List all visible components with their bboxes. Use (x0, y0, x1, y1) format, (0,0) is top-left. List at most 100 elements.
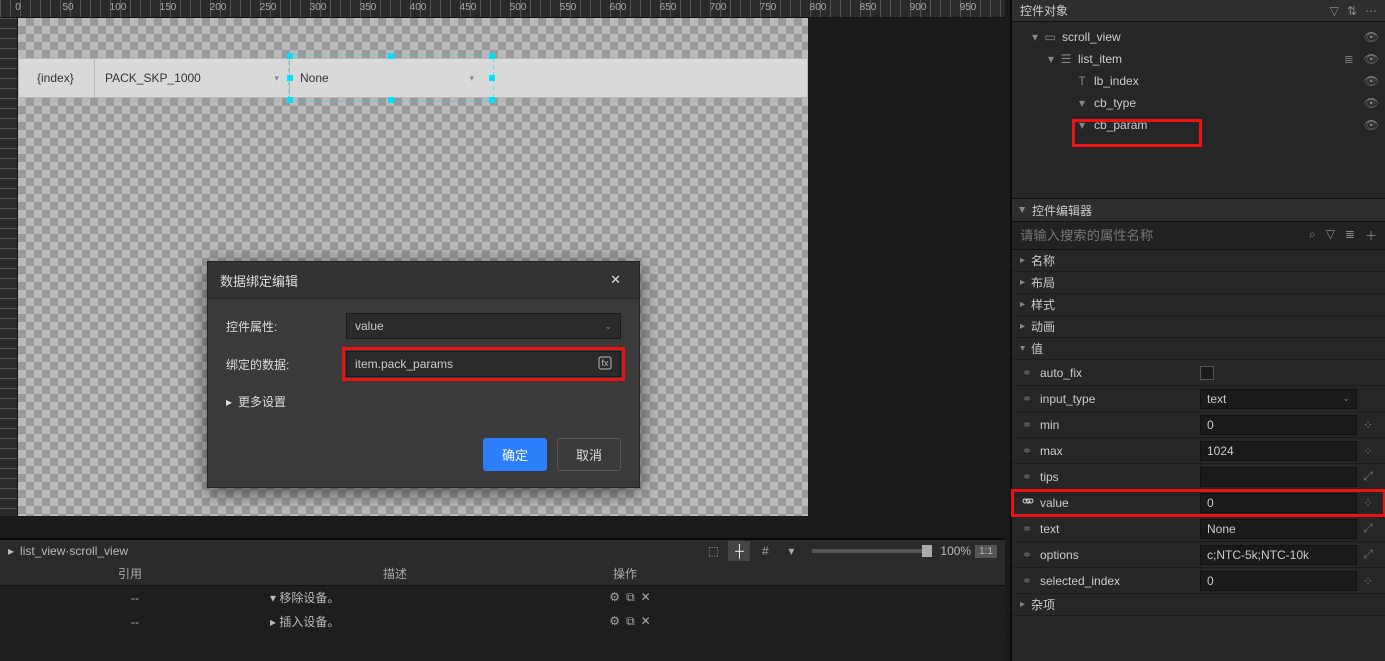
filter-icon[interactable]: ▽ (1330, 4, 1339, 18)
dialog-title: 数据绑定编辑 (220, 271, 298, 290)
options-input[interactable]: c;NTC-5k;NTC-10k (1200, 545, 1357, 565)
prop-value: value 0 ⁘ (1012, 490, 1385, 516)
selected-index-input[interactable]: 0 (1200, 571, 1357, 591)
delete-icon[interactable]: ✕ (641, 590, 651, 605)
add-icon[interactable]: ＋ (1365, 227, 1377, 244)
zoom-value[interactable]: 100% (940, 544, 971, 558)
sort-icon[interactable]: ⇅ (1347, 4, 1357, 18)
list-icon[interactable]: ≣ (1344, 52, 1354, 66)
zoom-ratio[interactable]: 1:1 (975, 545, 997, 558)
section-anim[interactable]: ▸动画 (1012, 316, 1385, 338)
tips-input[interactable] (1200, 467, 1357, 487)
copy-icon[interactable]: ⧉ (626, 590, 635, 605)
prop-label: 控件属性: (226, 318, 346, 335)
bind-icon[interactable]: ⁘ (1357, 444, 1379, 458)
chevron-down-icon[interactable]: ▾ (780, 541, 802, 561)
link-icon[interactable] (1022, 495, 1040, 510)
ok-button[interactable]: 确定 (483, 438, 547, 471)
tree-node-list-item[interactable]: ▾ ☰ list_item ≣👁 (1012, 48, 1385, 70)
collapse-icon[interactable]: ▾ (1044, 52, 1058, 66)
tree-node-scroll-view[interactable]: ▾ ▭ scroll_view 👁 (1012, 26, 1385, 48)
link-icon[interactable]: ⚭ (1022, 470, 1040, 484)
tree-node-lb-index[interactable]: T lb_index 👁 (1012, 70, 1385, 92)
bind-icon[interactable]: ⁘ (1357, 418, 1379, 432)
min-input[interactable]: 0 (1200, 415, 1357, 435)
eye-icon[interactable]: 👁 (1364, 52, 1379, 66)
max-input[interactable]: 1024 (1200, 441, 1357, 461)
chevron-right-icon: ▸ (8, 544, 14, 558)
gear-icon[interactable]: ⚙ (609, 590, 620, 605)
select-tool-icon[interactable]: ⬚ (702, 541, 724, 561)
list-icon[interactable]: ≣ (1345, 227, 1355, 244)
input-type-select[interactable]: text⌄ (1200, 389, 1357, 409)
chevron-down-icon: ▾ (274, 73, 279, 84)
section-style[interactable]: ▸样式 (1012, 294, 1385, 316)
section-layout[interactable]: ▸布局 (1012, 272, 1385, 294)
bind-icon[interactable]: ⁘ (1357, 574, 1379, 588)
objects-panel-title: 控件对象 (1020, 2, 1068, 19)
expand-icon[interactable]: ▾ (270, 591, 276, 605)
search-icon[interactable]: ⌕ (1309, 227, 1316, 244)
link-icon[interactable]: ⚭ (1022, 392, 1040, 406)
property-search-input[interactable] (1020, 228, 1309, 243)
bound-data-input[interactable]: item.pack_params fx (346, 351, 621, 377)
auto-fix-checkbox[interactable] (1200, 366, 1214, 380)
expand-icon[interactable]: ▸ (270, 615, 276, 629)
eye-icon[interactable]: 👁 (1364, 74, 1379, 88)
value-input[interactable]: 0 (1200, 493, 1357, 513)
cb-param-cell[interactable]: None ▾ (289, 59, 484, 97)
prop-auto-fix: ⚭ auto_fix (1012, 360, 1385, 386)
bind-icon[interactable]: ⁘ (1357, 496, 1379, 510)
prop-text: ⚭ text None ⤢ (1012, 516, 1385, 542)
ruler-horizontal: 0 50 100 150 200 250 300 350 400 450 500… (0, 0, 1005, 18)
tree-node-cb-type[interactable]: ▾ cb_type 👁 (1012, 92, 1385, 114)
chevron-down-icon: ▾ (469, 73, 474, 84)
prop-tips: ⚭ tips ⤢ (1012, 464, 1385, 490)
link-icon[interactable]: ⚭ (1022, 548, 1040, 562)
grid-tool-icon[interactable]: # (754, 541, 776, 561)
translate-icon[interactable]: ⤢ (1357, 521, 1379, 536)
svg-text:fx: fx (601, 358, 609, 368)
tree-node-cb-param[interactable]: ▾ cb_param 👁 (1012, 114, 1385, 136)
link-icon[interactable]: ⚭ (1022, 366, 1040, 380)
lb-index-cell[interactable]: {index} (19, 71, 94, 85)
more-settings-toggle[interactable]: ▸ 更多设置 (226, 389, 621, 418)
chevron-down-icon: ⌄ (604, 321, 612, 332)
widget-property-select[interactable]: value ⌄ (346, 313, 621, 339)
cb-type-cell[interactable]: PACK_SKP_1000 ▾ (94, 59, 289, 97)
delete-icon[interactable]: ✕ (641, 614, 651, 629)
copy-icon[interactable]: ⧉ (626, 614, 635, 629)
collapse-icon[interactable]: ▾ (1028, 30, 1042, 44)
link-icon[interactable]: ⚭ (1022, 574, 1040, 588)
expression-icon[interactable]: fx (598, 356, 612, 373)
editor-panel-header[interactable]: ▸ 控件编辑器 (1012, 198, 1385, 222)
eye-icon[interactable]: 👁 (1364, 30, 1379, 44)
align-tool-icon[interactable]: ┼ (728, 541, 750, 561)
chevron-down-icon: ▸ (1016, 207, 1030, 213)
text-input[interactable]: None (1200, 519, 1357, 539)
bind-label: 绑定的数据: (226, 356, 346, 373)
link-icon[interactable]: ⚭ (1022, 444, 1040, 458)
link-icon[interactable]: ⚭ (1022, 418, 1040, 432)
section-name[interactable]: ▸名称 (1012, 250, 1385, 272)
close-icon[interactable]: ✕ (604, 270, 627, 290)
filter-icon[interactable]: ▽ (1326, 227, 1335, 244)
translate-icon[interactable]: ⤢ (1357, 469, 1379, 484)
eye-icon[interactable]: 👁 (1364, 96, 1379, 110)
more-icon[interactable]: ⋯ (1365, 4, 1377, 18)
prop-selected-index: ⚭ selected_index 0 ⁘ (1012, 568, 1385, 594)
translate-icon[interactable]: ⤢ (1357, 547, 1379, 562)
side-panel: 控件对象 ▽ ⇅ ⋯ ▾ ▭ scroll_view 👁 ▾ ☰ list_it… (1010, 0, 1385, 661)
scroll-icon: ▭ (1042, 30, 1058, 44)
zoom-slider[interactable] (812, 549, 932, 553)
link-icon[interactable]: ⚭ (1022, 522, 1040, 536)
eye-icon[interactable]: 👁 (1364, 118, 1379, 132)
section-misc[interactable]: ▸杂项 (1012, 594, 1385, 616)
section-value[interactable]: ▸值 (1012, 338, 1385, 360)
gear-icon[interactable]: ⚙ (609, 614, 620, 629)
list-icon: ☰ (1058, 52, 1074, 66)
breadcrumb[interactable]: list_view·scroll_view (20, 544, 128, 558)
list-item-preview[interactable]: {index} PACK_SKP_1000 ▾ None ▾ (18, 58, 808, 98)
log-col-desc: 描述 (260, 565, 530, 582)
cancel-button[interactable]: 取消 (557, 438, 621, 471)
